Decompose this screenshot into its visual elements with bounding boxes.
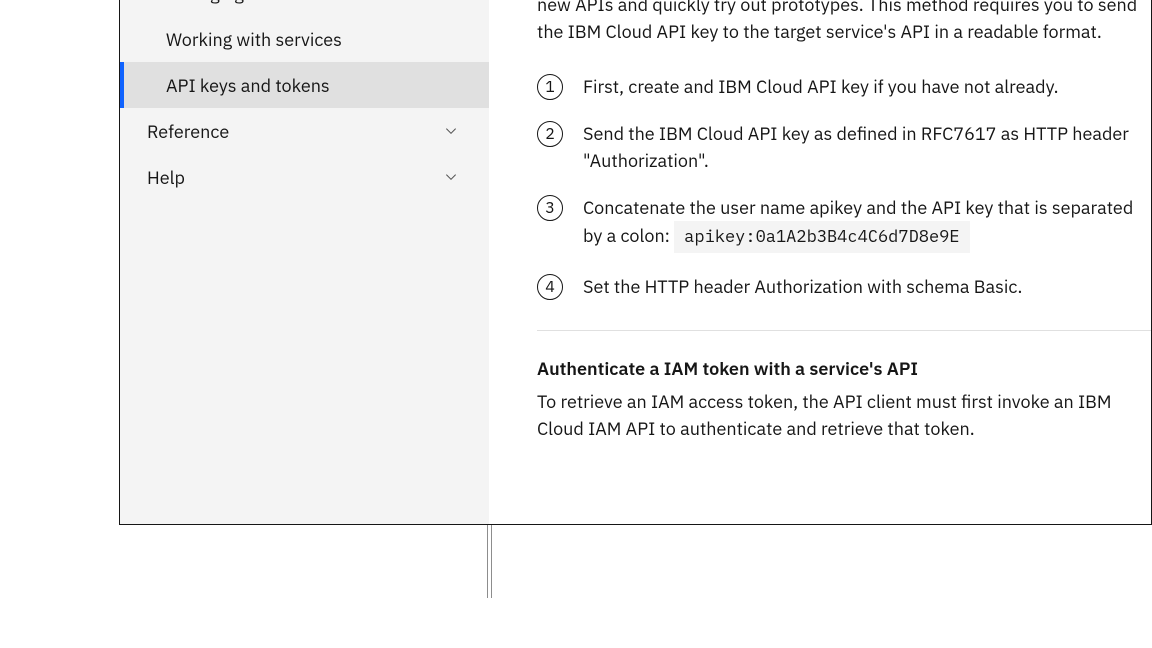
main-content: Using an IBM Cloud API key is convenient… bbox=[489, 0, 1151, 524]
section-divider bbox=[537, 330, 1151, 331]
sidebar-item-working-with-services[interactable]: Working with services bbox=[120, 16, 489, 62]
intro-paragraph: Using an IBM Cloud API key is convenient… bbox=[537, 0, 1151, 45]
sidebar-item-help[interactable]: Help bbox=[120, 154, 489, 200]
chevron-down-icon bbox=[443, 123, 459, 139]
sidebar-item-label: API keys and tokens bbox=[166, 74, 330, 97]
sidebar-item-label: Help bbox=[147, 166, 185, 189]
sidebar-item-managing-authentication[interactable]: Managing authentication bbox=[120, 0, 489, 16]
step-text: Send the IBM Cloud API key as defined in… bbox=[583, 120, 1151, 174]
step-number-4: 4 bbox=[537, 274, 563, 300]
step-text: First, create and IBM Cloud API key if y… bbox=[583, 73, 1151, 100]
step-number-1: 1 bbox=[537, 74, 563, 100]
sidebar: Managing authentication Working with ser… bbox=[120, 0, 489, 524]
step: 2 Send the IBM Cloud API key as defined … bbox=[537, 120, 1151, 174]
sidebar-item-reference[interactable]: Reference bbox=[120, 108, 489, 154]
step: 3 Concatenate the user name apikey and t… bbox=[537, 194, 1151, 253]
step-text: Set the HTTP header Authorization with s… bbox=[583, 273, 1151, 300]
document-frame: Managing authentication Working with ser… bbox=[119, 0, 1152, 525]
chevron-down-icon bbox=[443, 169, 459, 185]
step-number-3: 3 bbox=[537, 195, 563, 221]
sidebar-item-api-keys-and-tokens[interactable]: API keys and tokens bbox=[120, 62, 489, 108]
step: 4 Set the HTTP header Authorization with… bbox=[537, 273, 1151, 300]
code-snippet[interactable]: apikey:0a1A2b3B4c4C6d7D8e9E bbox=[674, 221, 969, 253]
sidebar-item-label: Managing authentication bbox=[166, 0, 365, 5]
section-title: Authenticate a IAM token with a service'… bbox=[537, 355, 1151, 382]
step-number-2: 2 bbox=[537, 121, 563, 147]
sidebar-item-label: Working with services bbox=[166, 28, 342, 51]
step: 1 First, create and IBM Cloud API key if… bbox=[537, 73, 1151, 100]
resize-handle[interactable] bbox=[487, 525, 493, 598]
sidebar-item-label: Reference bbox=[147, 120, 229, 143]
section-body: To retrieve an IAM access token, the API… bbox=[537, 388, 1151, 442]
step-text: Concatenate the user name apikey and the… bbox=[583, 194, 1151, 253]
